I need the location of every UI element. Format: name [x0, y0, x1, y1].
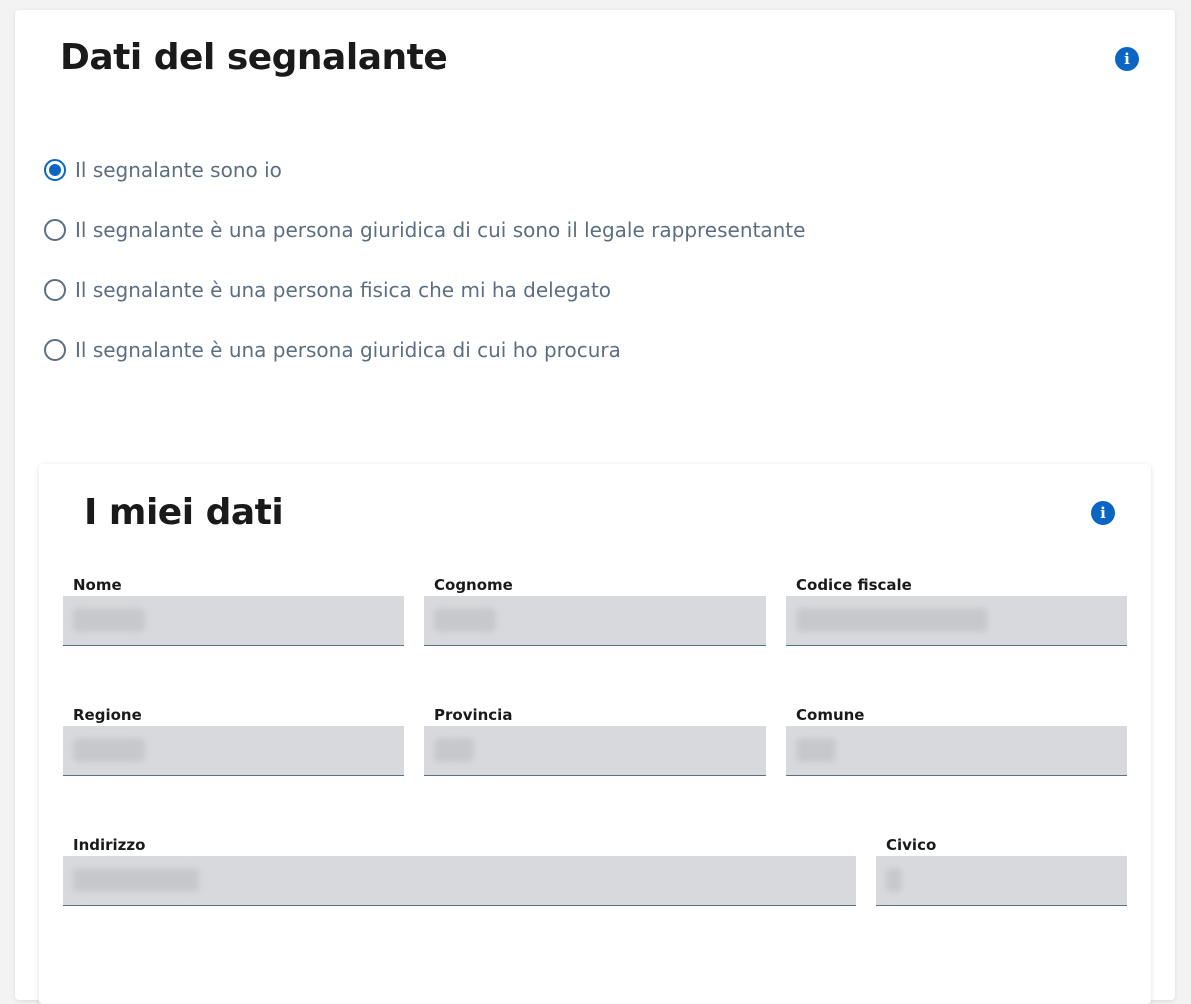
codice-fiscale-label: Codice fiscale — [796, 576, 912, 594]
civico-label: Civico — [886, 836, 937, 854]
indirizzo-field: Indirizzo — [63, 836, 856, 908]
civico-field: Civico — [876, 836, 1127, 908]
redacted-value — [73, 608, 145, 632]
civico-input[interactable] — [876, 856, 1127, 906]
redacted-value — [434, 608, 496, 632]
info-icon[interactable]: i — [1091, 501, 1115, 525]
radio-button[interactable] — [44, 279, 66, 301]
regione-label: Regione — [73, 706, 142, 724]
provincia-field: Provincia — [424, 706, 766, 778]
section-title: Dati del segnalante — [60, 37, 448, 78]
nome-field: Nome — [63, 576, 404, 648]
indirizzo-label: Indirizzo — [73, 836, 146, 854]
codice-fiscale-input[interactable] — [786, 596, 1127, 646]
radio-option-legal-representative[interactable]: Il segnalante è una persona giuridica di… — [44, 217, 805, 243]
provincia-input[interactable] — [424, 726, 766, 776]
radio-label: Il segnalante è una persona giuridica di… — [75, 338, 621, 362]
redacted-value — [886, 868, 902, 892]
radio-option-proxy[interactable]: Il segnalante è una persona giuridica di… — [44, 337, 621, 363]
cognome-field: Cognome — [424, 576, 766, 648]
radio-label: Il segnalante è una persona fisica che m… — [75, 278, 612, 302]
redacted-value — [73, 738, 145, 762]
redacted-value — [73, 868, 199, 892]
comune-label: Comune — [796, 706, 865, 724]
radio-option-delegated-person[interactable]: Il segnalante è una persona fisica che m… — [44, 277, 611, 303]
regione-input[interactable] — [63, 726, 404, 776]
cognome-input[interactable] — [424, 596, 766, 646]
radio-button-checked[interactable] — [44, 159, 66, 181]
nome-label: Nome — [73, 576, 122, 594]
nome-input[interactable] — [63, 596, 404, 646]
comune-field: Comune — [786, 706, 1127, 778]
radio-label: Il segnalante è una persona giuridica di… — [75, 218, 806, 242]
redacted-value — [434, 738, 474, 762]
radio-label: Il segnalante sono io — [75, 158, 282, 182]
my-data-title: I miei dati — [84, 492, 284, 533]
radio-option-self[interactable]: Il segnalante sono io — [44, 157, 282, 183]
reporter-section-card: Dati del segnalante i Il segnalante sono… — [15, 10, 1175, 1004]
radio-button[interactable] — [44, 339, 66, 361]
cognome-label: Cognome — [434, 576, 513, 594]
my-data-card: I miei dati i Nome Cognome Codice fiscal… — [39, 464, 1151, 1004]
regione-field: Regione — [63, 706, 404, 778]
codice-fiscale-field: Codice fiscale — [786, 576, 1127, 648]
redacted-value — [796, 608, 988, 632]
redacted-value — [796, 738, 836, 762]
provincia-label: Provincia — [434, 706, 513, 724]
info-icon[interactable]: i — [1115, 47, 1139, 71]
indirizzo-input[interactable] — [63, 856, 856, 906]
radio-button[interactable] — [44, 219, 66, 241]
comune-input[interactable] — [786, 726, 1127, 776]
